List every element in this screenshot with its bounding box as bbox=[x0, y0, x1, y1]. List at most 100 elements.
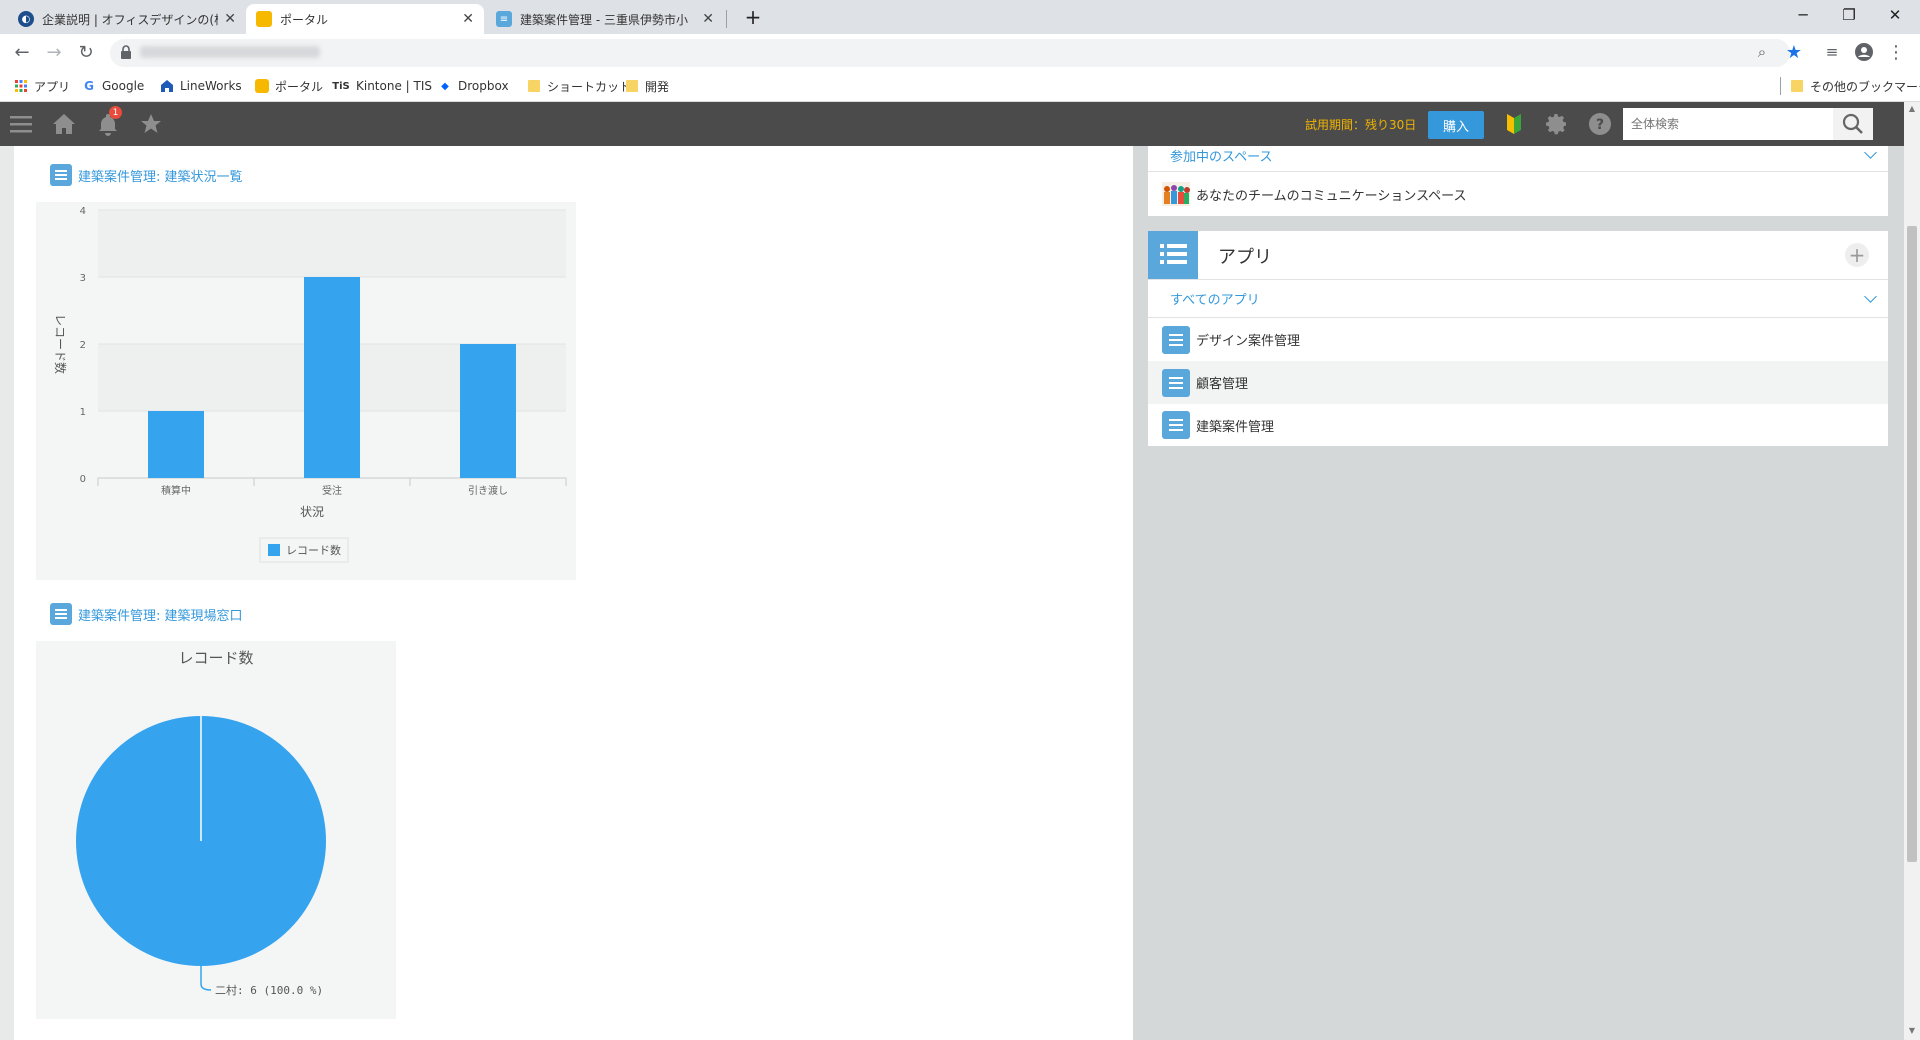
hamburger-menu-icon[interactable] bbox=[9, 112, 33, 136]
scrollbar-thumb[interactable] bbox=[1907, 226, 1917, 862]
y-tick-label: 3 bbox=[80, 273, 86, 284]
app-favicon-icon: ≡ bbox=[496, 11, 512, 27]
spaces-panel: 参加中のスペース あなたのチームのコミュニケーションスペース bbox=[1148, 146, 1888, 216]
bookmark-label: Google bbox=[102, 79, 145, 93]
all-apps-header[interactable]: すべてのアプリ bbox=[1170, 289, 1260, 308]
pie-widget-title[interactable]: 建築案件管理: 建築現場窓口 bbox=[50, 603, 243, 625]
minimize-button[interactable]: ─ bbox=[1780, 0, 1826, 30]
bookmark-apps[interactable]: アプリ bbox=[14, 78, 70, 94]
menu-kebab-icon[interactable]: ⋮ bbox=[1884, 40, 1908, 64]
chevron-down-icon[interactable] bbox=[1864, 290, 1877, 303]
kintone-header: 1 試用期間：残り30日 購入 ? bbox=[0, 102, 1904, 146]
apps-list-icon bbox=[1148, 231, 1198, 279]
bookmark-lineworks[interactable]: LineWorks bbox=[160, 78, 242, 94]
grid-band bbox=[98, 210, 566, 277]
close-icon[interactable]: ✕ bbox=[224, 11, 236, 27]
search-icon bbox=[1842, 113, 1863, 134]
window-close-button[interactable]: ✕ bbox=[1872, 0, 1918, 30]
scroll-down-icon[interactable]: ▼ bbox=[1907, 1026, 1917, 1035]
legend-label: レコード数 bbox=[286, 544, 341, 557]
bookmark-star-icon[interactable]: ★ bbox=[1782, 40, 1806, 64]
apps-grid-icon bbox=[14, 79, 28, 93]
pie-chart: レコード数二村: 6 (100.0 %) bbox=[76, 649, 326, 997]
space-item[interactable]: あなたのチームのコミュニケーションスペース bbox=[1148, 172, 1888, 216]
app-list-icon bbox=[1162, 368, 1190, 397]
gear-icon[interactable] bbox=[1545, 112, 1569, 136]
tab-company[interactable]: ◐ 企業説明 | オフィスデザインの(株)ステ ✕ bbox=[8, 4, 246, 34]
bookmark-label: アプリ bbox=[34, 79, 71, 94]
search-button[interactable] bbox=[1833, 108, 1873, 140]
tab-portal[interactable]: ポータル ✕ bbox=[246, 4, 484, 34]
lock-icon bbox=[121, 45, 131, 59]
restore-button[interactable]: ❐ bbox=[1826, 0, 1872, 30]
browser-tab-bar: ◐ 企業説明 | オフィスデザインの(株)ステ ✕ ポータル ✕ ≡ 建築案件管… bbox=[0, 0, 1920, 34]
scroll-up-icon[interactable]: ▲ bbox=[1907, 104, 1917, 113]
bookmark-dropbox[interactable]: ◆ Dropbox bbox=[438, 78, 509, 94]
legend-swatch bbox=[268, 544, 280, 556]
app-list-icon bbox=[1162, 411, 1190, 439]
forward-icon[interactable]: → bbox=[42, 40, 66, 64]
google-icon: G bbox=[84, 79, 94, 93]
buy-button[interactable]: 購入 bbox=[1428, 111, 1484, 139]
bookmark-shortcut[interactable]: ショートカット bbox=[527, 78, 631, 94]
svg-text:?: ? bbox=[1596, 117, 1604, 133]
bookmark-label: ポータル bbox=[275, 79, 324, 94]
y-tick-label: 1 bbox=[80, 407, 86, 418]
global-search-input[interactable] bbox=[1623, 108, 1833, 140]
bar-chart-panel: 0 1 2 3 4 積算中 受注 引き渡し 状況 レコード数 レコード数 bbox=[36, 202, 576, 580]
y-tick-label: 0 bbox=[80, 474, 86, 485]
bookmark-kintone-tis[interactable]: TiS Kintone | TIS bbox=[332, 78, 432, 94]
widget-title-text: 建築案件管理: 建築現場窓口 bbox=[78, 608, 243, 624]
address-bar[interactable] bbox=[110, 39, 1790, 67]
folder-icon bbox=[1790, 79, 1804, 93]
bookmarks-bar: アプリ G Google LineWorks ポータル TiS Kintone … bbox=[0, 70, 1920, 102]
star-icon[interactable] bbox=[139, 112, 163, 136]
app-item[interactable]: 顧客管理 bbox=[1148, 361, 1888, 404]
pie-title: レコード数 bbox=[178, 649, 253, 667]
page-scrollbar[interactable]: ▲ ▼ bbox=[1904, 102, 1920, 1040]
app-item[interactable]: デザイン案件管理 bbox=[1148, 318, 1888, 361]
close-icon[interactable]: ✕ bbox=[702, 11, 714, 27]
folder-icon bbox=[625, 79, 639, 93]
site-favicon-icon: ◐ bbox=[18, 11, 34, 27]
pie-data-label-connector bbox=[200, 966, 212, 991]
bookmark-label: Dropbox bbox=[458, 79, 509, 93]
spaces-header[interactable]: 参加中のスペース bbox=[1170, 146, 1272, 165]
beginner-mark-icon[interactable] bbox=[1502, 112, 1526, 136]
new-tab-button[interactable]: + bbox=[730, 2, 776, 32]
x-tick-label: 受注 bbox=[322, 484, 342, 497]
chevron-down-icon[interactable] bbox=[1864, 146, 1877, 159]
bookmark-label: 開発 bbox=[645, 79, 670, 94]
zoom-icon[interactable]: ⌕ bbox=[1750, 40, 1774, 64]
divider bbox=[1148, 279, 1888, 280]
home-icon[interactable] bbox=[52, 112, 76, 136]
app-list-icon bbox=[1162, 325, 1190, 354]
profile-icon[interactable] bbox=[1852, 40, 1876, 64]
bookmark-other[interactable]: その他のブックマーク bbox=[1790, 78, 1920, 94]
media-control-icon[interactable]: ≡ bbox=[1820, 40, 1844, 64]
portal-icon bbox=[255, 79, 269, 93]
app-list-icon bbox=[50, 164, 72, 186]
browser-toolbar: ← → ↻ ⌕ ★ ≡ ⋮ bbox=[0, 34, 1920, 70]
help-icon[interactable]: ? bbox=[1588, 112, 1612, 136]
close-icon[interactable]: ✕ bbox=[462, 11, 474, 27]
home-icon bbox=[160, 79, 174, 93]
add-app-icon[interactable]: + bbox=[1845, 243, 1869, 267]
back-icon[interactable]: ← bbox=[10, 40, 34, 64]
bar-積算中 bbox=[148, 411, 204, 478]
tab-label: 建築案件管理 - 三重県伊勢市小 bbox=[520, 12, 688, 27]
notification-badge: 1 bbox=[109, 106, 122, 119]
reload-icon[interactable]: ↻ bbox=[74, 40, 98, 64]
bar-widget-title[interactable]: 建築案件管理: 建築状況一覧 bbox=[50, 164, 243, 186]
tab-kenchiku[interactable]: ≡ 建築案件管理 - 三重県伊勢市小 ✕ bbox=[486, 4, 724, 34]
bookmark-portal[interactable]: ポータル bbox=[255, 78, 323, 94]
folder-icon bbox=[527, 79, 541, 93]
app-item[interactable]: 建築案件管理 bbox=[1148, 404, 1888, 446]
bookmark-google[interactable]: G Google bbox=[82, 78, 144, 94]
pie-data-label: 二村: 6 (100.0 %) bbox=[215, 983, 323, 997]
app-name: 建築案件管理 bbox=[1196, 419, 1275, 435]
x-tick-label: 積算中 bbox=[161, 484, 191, 497]
bookmark-dev[interactable]: 開発 bbox=[625, 78, 669, 94]
bookmark-label: ショートカット bbox=[547, 79, 632, 94]
bookmark-label: Kintone | TIS bbox=[356, 79, 433, 93]
